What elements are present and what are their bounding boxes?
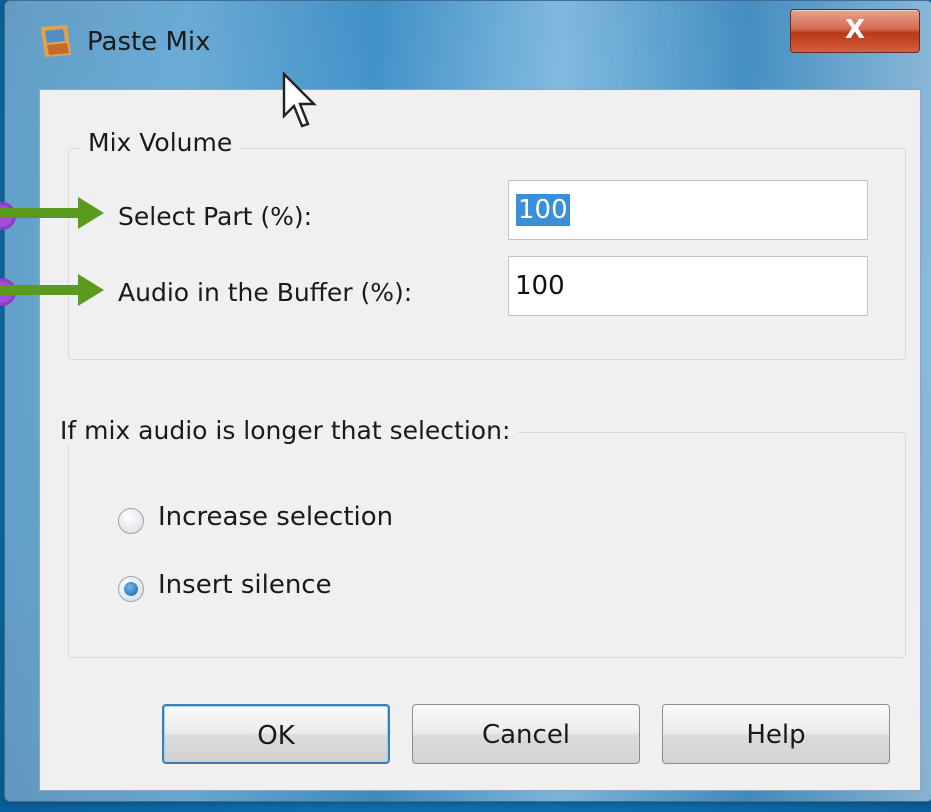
buffer-label: Audio in the Buffer (%): <box>118 278 413 307</box>
mix-longer-group <box>68 432 906 658</box>
cancel-button[interactable]: Cancel <box>412 704 640 764</box>
select-part-label: Select Part (%): <box>118 202 313 231</box>
title-bar: Paste Mix X <box>5 1 931 89</box>
mix-volume-legend: Mix Volume <box>80 128 241 157</box>
buffer-input[interactable] <box>508 256 868 316</box>
paste-mix-dialog: Paste Mix X Mix Volume Select Part (%): … <box>4 0 931 802</box>
select-part-highlight: 100 <box>516 194 570 226</box>
mix-longer-legend: If mix audio is longer that selection: <box>60 416 519 445</box>
close-button[interactable]: X <box>790 9 920 53</box>
mouse-cursor-icon <box>282 72 317 128</box>
insert-silence-label[interactable]: Insert silence <box>158 570 332 600</box>
help-button[interactable]: Help <box>662 704 890 764</box>
callout-arrow-buffer <box>0 274 104 306</box>
app-icon <box>41 25 71 57</box>
ok-button[interactable]: OK <box>162 704 390 764</box>
increase-selection-radio[interactable] <box>118 508 144 534</box>
callout-arrow-select-part <box>0 197 104 229</box>
insert-silence-radio[interactable] <box>118 576 144 602</box>
increase-selection-label[interactable]: Increase selection <box>158 502 393 532</box>
dialog-client-area: Mix Volume Select Part (%): 100 Audio in… <box>39 89 921 791</box>
window-title: Paste Mix <box>87 27 211 57</box>
